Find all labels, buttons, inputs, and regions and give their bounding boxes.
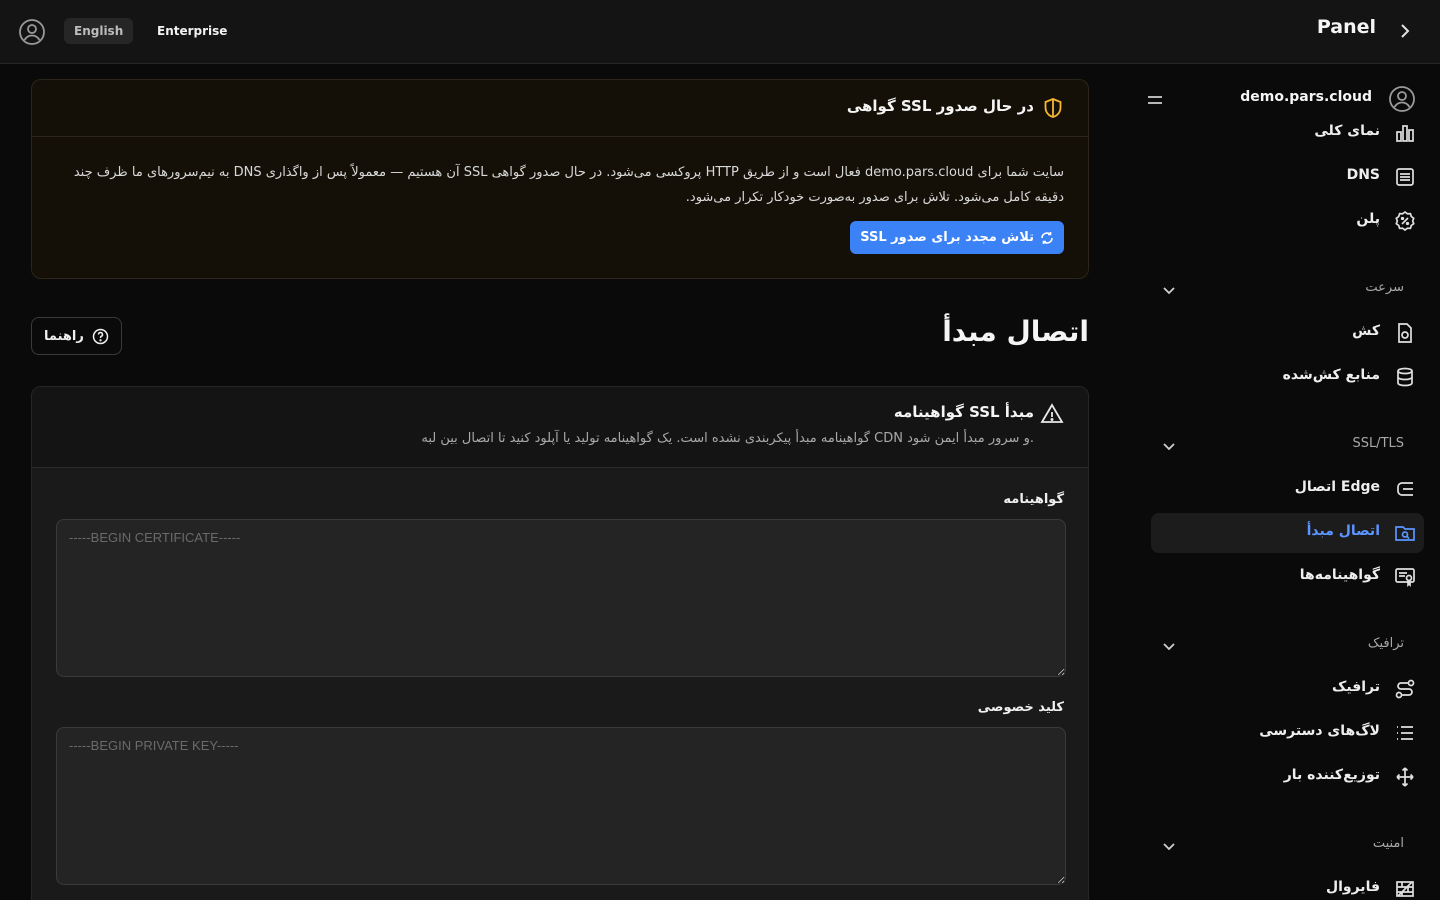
alert-body: سایت شما برای demo.pars.cloud فعال است و… <box>73 165 1064 205</box>
guide-label: راهنما <box>44 328 84 344</box>
route-icon <box>1395 679 1415 699</box>
sidebar-item-edge-connection[interactable]: اتصال Edge <box>1151 469 1424 509</box>
sidebar-item-label: گواهینامه‌ها <box>1299 567 1380 583</box>
folder-icon <box>1395 526 1415 541</box>
sidebar-group-traffic[interactable]: ترافیک <box>1151 630 1424 660</box>
card-header: گواهینامه SSL مبدأ گواهینامه مبدأ پیکربن… <box>32 387 1088 468</box>
sidebar-item-certificates[interactable]: گواهینامه‌ها <box>1151 557 1424 597</box>
sidebar-item-label: توزیع‌کننده بار <box>1283 767 1380 783</box>
help-circle-icon <box>92 328 109 344</box>
user-circle-icon[interactable] <box>18 18 46 46</box>
sidebar-item-label: لاگ‌های دسترسی <box>1259 723 1380 739</box>
chevron-right-icon[interactable] <box>1396 22 1414 40</box>
sidebar-item-origin-connection[interactable]: اتصال مبدأ <box>1151 513 1424 553</box>
chevron-down-icon <box>1163 843 1175 851</box>
language-button[interactable]: English <box>64 18 134 44</box>
sidebar-group-label: امنیت <box>1372 836 1404 851</box>
panel-title: Panel <box>1316 16 1376 38</box>
sidebar-item-label: فایروال <box>1325 879 1380 895</box>
alert-title: گواهی SSL در حال صدور <box>846 97 1034 115</box>
ssl-alert: گواهی SSL در حال صدور سایت شما برای demo… <box>31 79 1089 279</box>
retry-ssl-label: تلاش مجدد برای صدور SSL <box>860 230 1034 245</box>
page-title: اتصال مبدأ <box>942 315 1089 348</box>
alert-header: گواهی SSL در حال صدور <box>32 80 1088 137</box>
sidebar: demo.pars.cloud نمای کلی DNS پلن سرعت کش… <box>1136 65 1440 900</box>
origin-certificate-card: گواهینامه SSL مبدأ گواهینامه مبدأ پیکربن… <box>31 386 1089 900</box>
sidebar-item-overview[interactable]: نمای کلی <box>1151 113 1424 153</box>
private-key-label: کلید خصوصی <box>977 700 1064 715</box>
chevron-down-icon <box>1163 287 1175 295</box>
chart-icon <box>1396 125 1414 142</box>
sidebar-item-firewall[interactable]: فایروال <box>1151 869 1424 900</box>
sidebar-group-label: ترافیک <box>1367 636 1404 651</box>
sidebar-item-load-balancer[interactable]: توزیع‌کننده بار <box>1151 757 1424 797</box>
certificate-label: گواهینامه <box>1003 492 1064 507</box>
database-icon <box>1397 367 1413 387</box>
user-circle-icon <box>1389 86 1415 112</box>
sidebar-item-label: پلن <box>1356 211 1380 227</box>
sidebar-group-label: سرعت <box>1365 280 1404 295</box>
edge-icon <box>1397 482 1413 496</box>
card-description: گواهینامه مبدأ پیکربندی نشده است. یک گوا… <box>421 431 1034 446</box>
sidebar-item-label: ترافیک <box>1332 679 1380 695</box>
retry-ssl-button[interactable]: تلاش مجدد برای صدور SSL <box>850 221 1064 254</box>
certificate-input[interactable] <box>56 519 1066 677</box>
chevron-down-icon <box>1163 643 1175 651</box>
sidebar-group-label: SSL/TLS <box>1352 436 1404 451</box>
sidebar-item-label: اتصال Edge <box>1294 479 1380 495</box>
sidebar-group-security[interactable]: امنیت <box>1151 830 1424 860</box>
menu-icon[interactable] <box>1146 91 1164 109</box>
cache-file-icon <box>1398 323 1412 343</box>
sidebar-item-cached-resources[interactable]: منابع کش‌شده <box>1151 357 1424 397</box>
certificate-icon <box>1395 568 1415 588</box>
top-bar: English Enterprise Panel <box>0 0 1440 64</box>
warning-icon <box>1040 403 1064 423</box>
badge-icon <box>1395 210 1415 232</box>
plan-badge: Enterprise <box>157 24 228 38</box>
sidebar-group-speed[interactable]: سرعت <box>1151 274 1424 304</box>
private-key-input[interactable] <box>56 727 1066 885</box>
card-title: گواهینامه SSL مبدأ <box>893 403 1034 421</box>
sidebar-item-plan[interactable]: پلن <box>1151 201 1424 241</box>
chevron-down-icon <box>1163 443 1175 451</box>
sidebar-item-cache[interactable]: کش <box>1151 313 1424 353</box>
sidebar-item-label: کش <box>1352 323 1380 339</box>
sidebar-group-ssl[interactable]: SSL/TLS <box>1151 430 1424 460</box>
list-icon <box>1396 168 1414 186</box>
sidebar-item-traffic[interactable]: ترافیک <box>1151 669 1424 709</box>
guide-button[interactable]: راهنما <box>31 317 122 355</box>
sidebar-domain[interactable]: demo.pars.cloud <box>1240 89 1372 105</box>
refresh-icon <box>1041 231 1053 244</box>
sidebar-item-dns[interactable]: DNS <box>1151 157 1424 197</box>
list-lines-icon <box>1397 726 1413 740</box>
shield-icon <box>1044 98 1062 118</box>
sidebar-item-label: منابع کش‌شده <box>1282 367 1380 383</box>
sidebar-item-label: DNS <box>1346 167 1380 183</box>
load-balancer-icon <box>1396 767 1414 787</box>
sidebar-item-label: نمای کلی <box>1314 123 1380 139</box>
sidebar-item-access-logs[interactable]: لاگ‌های دسترسی <box>1151 713 1424 753</box>
sidebar-item-label: اتصال مبدأ <box>1306 523 1380 539</box>
firewall-icon <box>1396 881 1414 897</box>
